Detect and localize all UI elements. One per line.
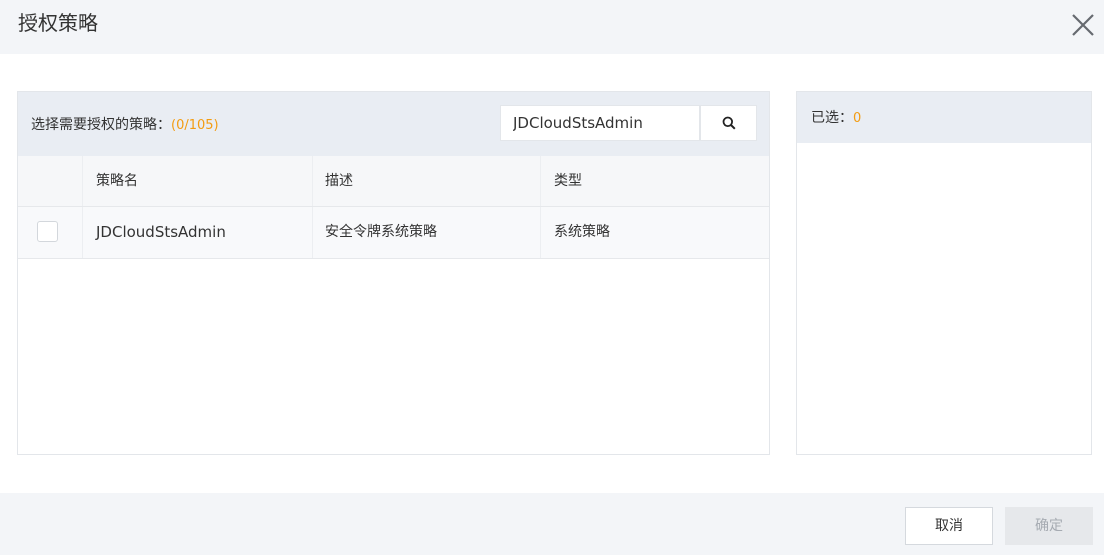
column-divider [82,207,83,258]
column-divider [82,156,83,206]
close-icon[interactable] [1070,12,1096,38]
policy-description: 安全令牌系统策略 [325,224,437,240]
table-row[interactable]: JDCloudStsAdmin 安全令牌系统策略 系统策略 [18,207,769,259]
search-input[interactable] [500,105,700,141]
selected-count: 0 [853,111,862,126]
policy-count: (0/105) [171,118,219,133]
search-icon [722,116,736,130]
policy-list-panel: 选择需要授权的策略：(0/105) 策略名 描述 类型 JDCloudStsAd… [17,91,770,455]
table-header: 策略名 描述 类型 [18,156,769,207]
dialog-title: 授权策略 [18,11,98,35]
column-divider [540,207,541,258]
column-header-type: 类型 [554,173,582,189]
select-policy-text: 选择需要授权的策略： [31,117,171,133]
policy-name: JDCloudStsAdmin [96,223,226,241]
dialog-footer: 取消 确定 [0,493,1104,555]
dialog-header: 授权策略 [0,0,1104,54]
cancel-button[interactable]: 取消 [905,507,993,545]
column-divider [312,156,313,206]
confirm-button[interactable]: 确定 [1005,507,1093,545]
select-policy-label: 选择需要授权的策略：(0/105) [31,116,219,135]
selected-panel-header: 已选：0 [797,92,1091,143]
policy-type: 系统策略 [554,224,610,240]
selected-text: 已选： [811,110,853,126]
selected-label: 已选：0 [811,109,861,128]
column-divider [540,156,541,206]
selected-panel: 已选：0 [796,91,1092,455]
column-header-name: 策略名 [96,173,138,189]
column-header-description: 描述 [325,173,353,189]
search-button[interactable] [700,105,757,141]
column-divider [312,207,313,258]
row-checkbox[interactable] [37,221,58,242]
policy-list-header: 选择需要授权的策略：(0/105) [18,92,769,156]
